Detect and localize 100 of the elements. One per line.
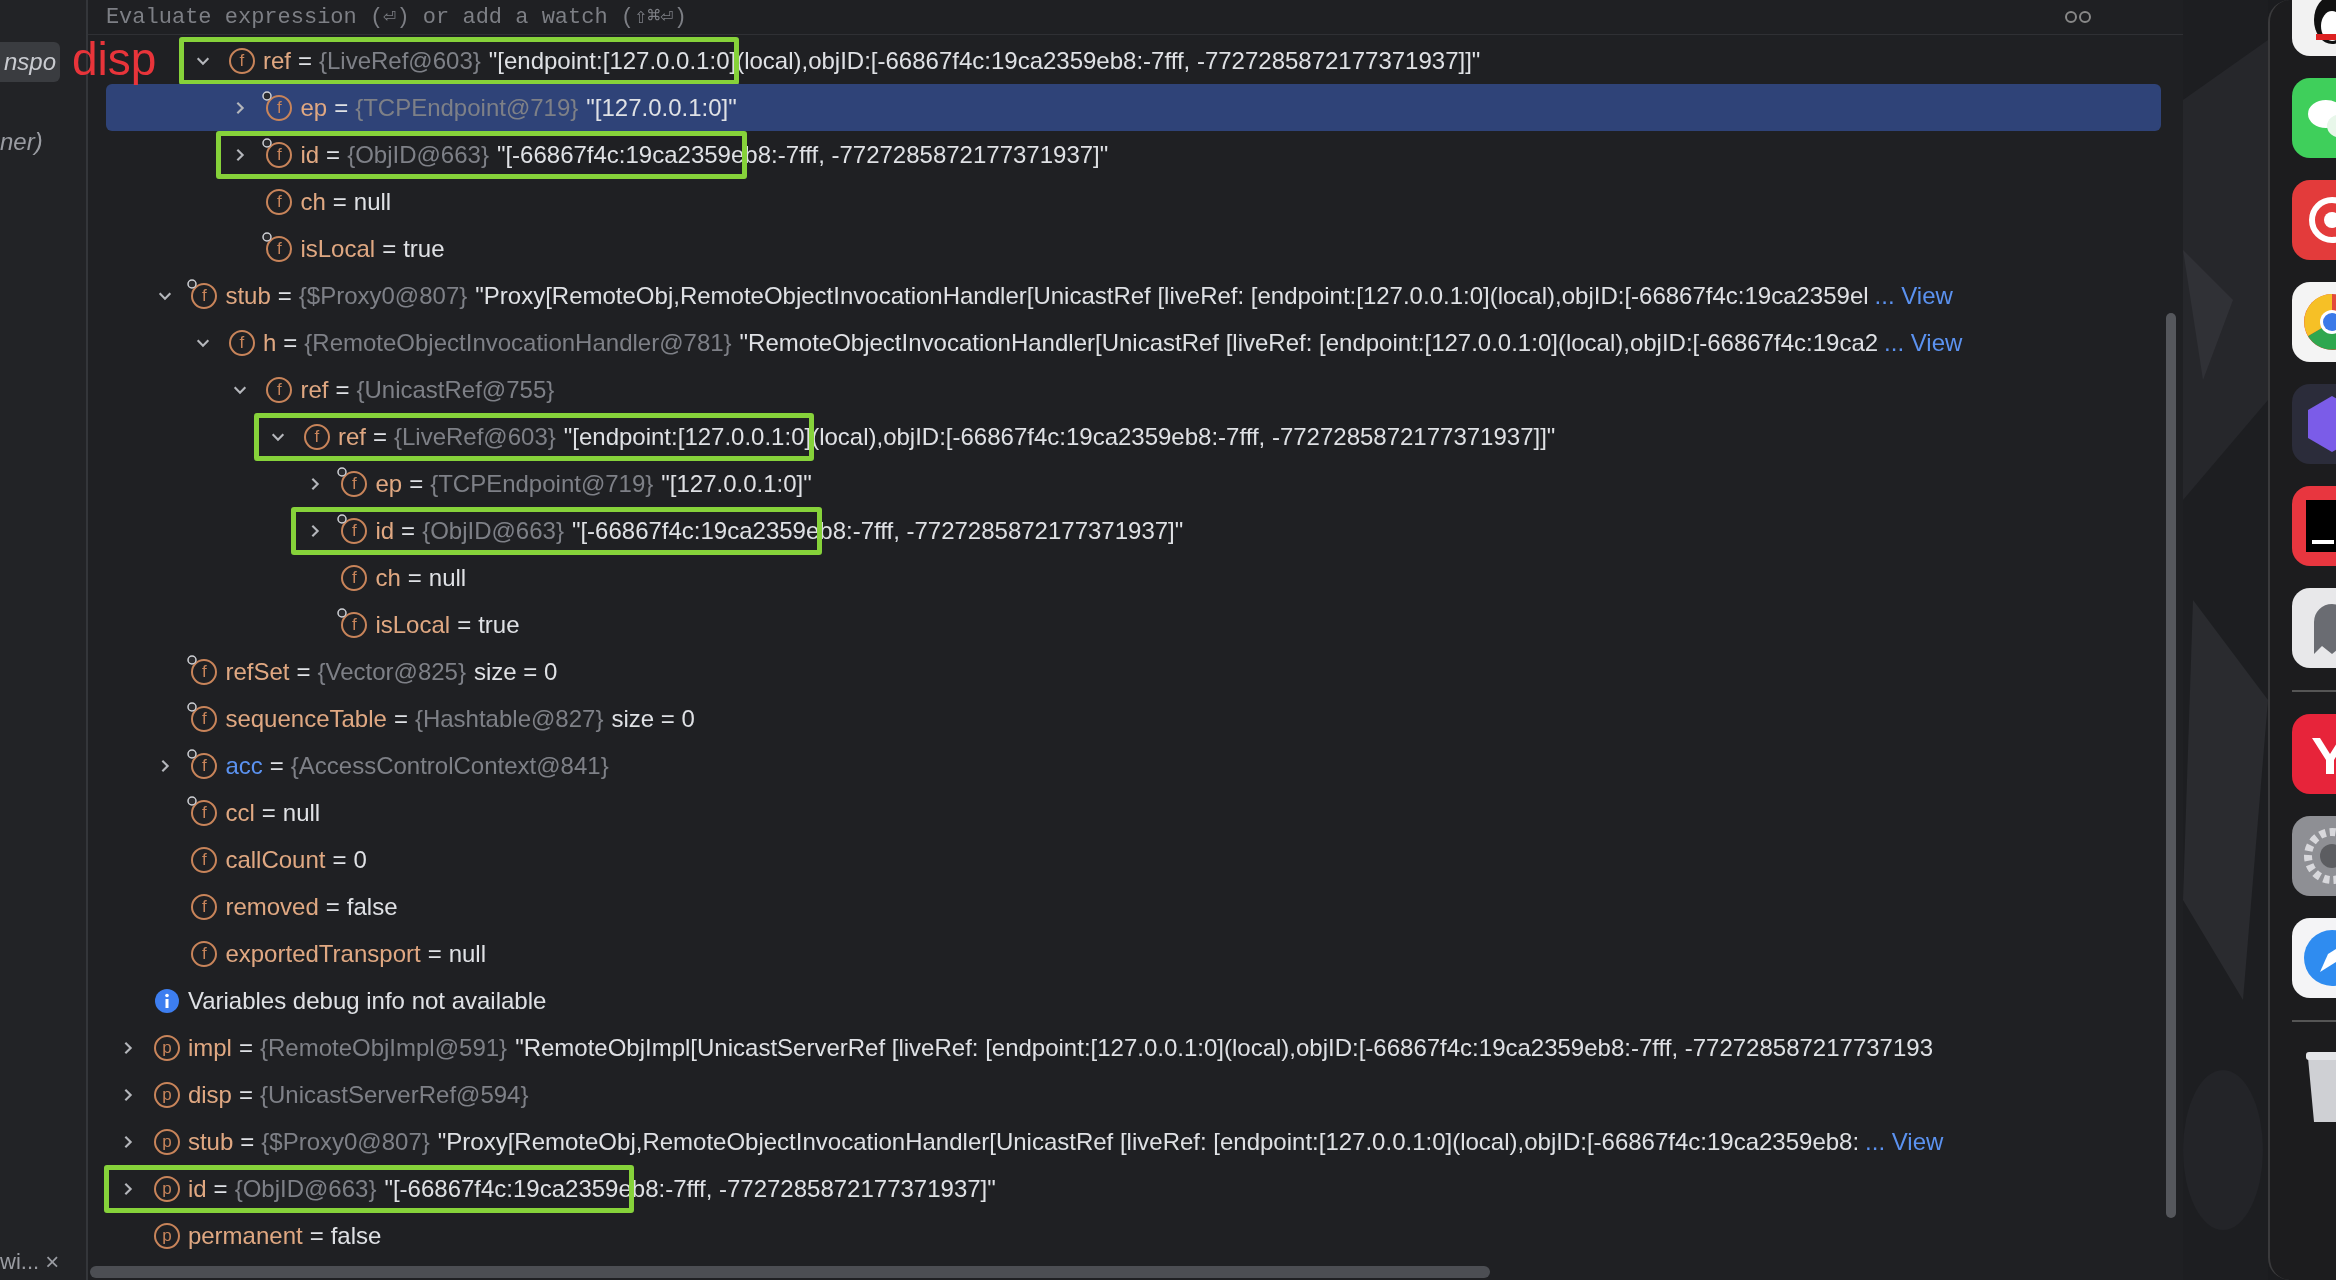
tree-row[interactable]: f exportedTransport = null	[147, 930, 486, 977]
variable-value: size = 0	[611, 704, 695, 733]
type-label: {RemoteObjectInvocationHandler@781}	[304, 328, 732, 357]
variable-name: ep	[375, 469, 403, 498]
info-icon	[153, 987, 180, 1014]
tree-row[interactable]: f callCount = 0	[147, 836, 367, 883]
type-label: {LiveRef@603}	[393, 422, 556, 451]
variable-value: false	[330, 1221, 382, 1250]
equals-sign: =	[409, 469, 424, 498]
variable-name: ref	[300, 375, 329, 404]
equals-sign: =	[297, 46, 312, 75]
glasses-icon[interactable]	[2063, 10, 2094, 24]
equals-sign: =	[393, 704, 408, 733]
tree-row[interactable]: p permanent = false	[109, 1212, 382, 1259]
variable-name: sequenceTable	[225, 704, 387, 733]
tree-row[interactable]: f ep = {TCPEndpoint@719} "[127.0.0.1:0]"	[297, 460, 812, 507]
variable-name: exportedTransport	[225, 939, 421, 968]
type-label: {Vector@825}	[317, 657, 466, 686]
member-icon: p	[153, 1175, 180, 1202]
type-label: {UnicastServerRef@594}	[259, 1080, 529, 1109]
frame-item[interactable]: ner)	[0, 128, 43, 156]
variable-value: "RemoteObjImpl[UnicastServerRef [liveRef: [endpoint:[127.0.0.1:0](local),objID:[-66867f4c:19ca2359eb8:-7fff, -772728587217737193	[515, 1033, 1933, 1062]
equals-sign: =	[269, 751, 284, 780]
tree-row[interactable]: f sequenceTable = {Hashtable@827} size = 0	[147, 695, 695, 742]
tree-row[interactable]: p disp = {UnicastServerRef@594}	[109, 1071, 537, 1118]
variable-name: stub	[225, 281, 271, 310]
equals-sign: =	[309, 1221, 324, 1250]
variable-value: "[127.0.0.1:0]"	[586, 93, 737, 122]
close-button[interactable]: ×	[45, 1248, 60, 1276]
vertical-scrollbar[interactable]	[2165, 313, 2176, 1218]
type-label: {RemoteObjImpl@591}	[259, 1033, 508, 1062]
member-icon: f	[266, 376, 293, 403]
member-icon: f	[191, 893, 218, 920]
member-icon: f	[228, 47, 255, 74]
variable-name: ch	[300, 187, 326, 216]
equals-sign: =	[427, 939, 442, 968]
tree-row[interactable]: f isLocal = true	[222, 225, 445, 272]
variable-name: h	[262, 328, 277, 357]
variable-name: id	[187, 1174, 207, 1203]
variable-name: stub	[187, 1127, 234, 1156]
view-link[interactable]: ... View	[1874, 281, 1953, 310]
member-icon: f	[266, 188, 293, 215]
type-label: {Hashtable@827}	[414, 704, 604, 733]
tree-row[interactable]: Variables debug info not available	[109, 977, 547, 1024]
tree-row[interactable]: f ccl = null	[147, 789, 321, 836]
variable-value: null	[448, 939, 486, 968]
variable-name: id	[300, 140, 320, 169]
horizontal-scrollbar[interactable]	[89, 1266, 1490, 1278]
annotation-label: disp	[72, 34, 157, 85]
variable-value: false	[346, 892, 398, 921]
variable-value: "Proxy[RemoteObj,RemoteObjectInvocationHandler[UnicastRef [liveRef: [endpoint:[127.0.0.1:0](local),objID:[-66867f4c:19ca2359el	[475, 281, 1869, 310]
tree-row[interactable]: f acc = {AccessControlContext@841}	[147, 742, 617, 789]
member-icon: f	[228, 329, 255, 356]
tab-label[interactable]: wi...	[0, 1249, 40, 1275]
tree-row[interactable]: f removed = false	[147, 883, 398, 930]
variable-value: null	[353, 187, 392, 216]
tree-row[interactable]: p stub = {$Proxy0@807} "Proxy[RemoteObj,RemoteObjectInvocationHandler[UnicastRef [liveRef: [endpoint:[127.0.0.1:0](local),objID:[-66867f4c:19ca2359eb8: ... View	[109, 1118, 1944, 1165]
expression-field[interactable]: Evaluate expression (⏎) or add a watch (⇧⌘⏎)	[105, 2, 2064, 32]
view-link[interactable]: ... View	[1865, 1127, 1944, 1156]
variable-name: disp	[187, 1080, 232, 1109]
variable-name: callCount	[225, 845, 326, 874]
equals-sign: =	[335, 375, 350, 404]
type-label: {ObjID@663}	[347, 140, 489, 169]
variable-name: ch	[375, 563, 401, 592]
variable-value: true	[403, 234, 445, 263]
tree-row[interactable]: f ep = {TCPEndpoint@719} "[127.0.0.1:0]"	[105, 84, 2162, 131]
variable-name: removed	[225, 892, 319, 921]
equals-sign: =	[213, 1174, 228, 1203]
variable-value: "[127.0.0.1:0]"	[661, 469, 812, 498]
variable-name: impl	[187, 1033, 232, 1062]
type-label: {$Proxy0@807}	[298, 281, 468, 310]
tree-row[interactable]: p impl = {RemoteObjImpl@591} "RemoteObjImpl[UnicastServerRef [liveRef: [endpoint:[127.0.0.1:0](local),objID:[-66867f4c:19ca2359eb8:-7fff, -772728587217737193	[109, 1024, 1933, 1071]
equals-sign: =	[283, 328, 298, 357]
equals-sign: =	[325, 892, 340, 921]
tree-row[interactable]: f isLocal = true	[297, 601, 520, 648]
tool-tab[interactable]: nspo	[0, 42, 61, 82]
tree-row[interactable]: f ref = {UnicastRef@755}	[222, 366, 563, 413]
tree-row[interactable]: f h = {RemoteObjectInvocationHandler@781} "RemoteObjectInvocationHandler[UnicastRef [liveRef: [endpoint:[127.0.0.1:0](local),objID:[-66867f4c:19ca2 ... View	[184, 319, 1963, 366]
variable-name: isLocal	[300, 234, 376, 263]
view-link[interactable]: ... View	[1884, 328, 1963, 357]
equals-sign: =	[296, 657, 311, 686]
equals-sign: =	[326, 140, 341, 169]
tree-row[interactable]: f ch = null	[297, 554, 467, 601]
tree-row[interactable]: f ch = null	[222, 178, 392, 225]
equals-sign: =	[277, 281, 292, 310]
tree-row[interactable]: f stub = {$Proxy0@807} "Proxy[RemoteObj,RemoteObjectInvocationHandler[UnicastRef [liveRef: [endpoint:[127.0.0.1:0](local),objID:[-66867f4c:19ca2359el ... View	[147, 272, 1953, 319]
equals-sign: =	[238, 1033, 253, 1062]
type-label: {TCPEndpoint@719}	[355, 93, 579, 122]
variable-name: acc	[225, 751, 263, 780]
variable-name: isLocal	[375, 610, 451, 639]
equals-sign: =	[457, 610, 472, 639]
equals-sign: =	[334, 93, 349, 122]
type-label: {ObjID@663}	[422, 516, 564, 545]
variable-value: "Proxy[RemoteObj,RemoteObjectInvocationHandler[UnicastRef [liveRef: [endpoint:[127.0.0.1:0](local),objID:[-66867f4c:19ca2359eb8:	[437, 1127, 1860, 1156]
tree-row[interactable]: f refSet = {Vector@825} size = 0	[147, 648, 558, 695]
variable-name: id	[375, 516, 395, 545]
variable-value: 0	[353, 845, 367, 874]
equals-sign: =	[407, 563, 422, 592]
type-label: {UnicastRef@755}	[356, 375, 555, 404]
variable-value: "RemoteObjectInvocationHandler[UnicastRef [liveRef: [endpoint:[127.0.0.1:0](local),objID:[-66867f4c:19ca2	[739, 328, 1879, 357]
